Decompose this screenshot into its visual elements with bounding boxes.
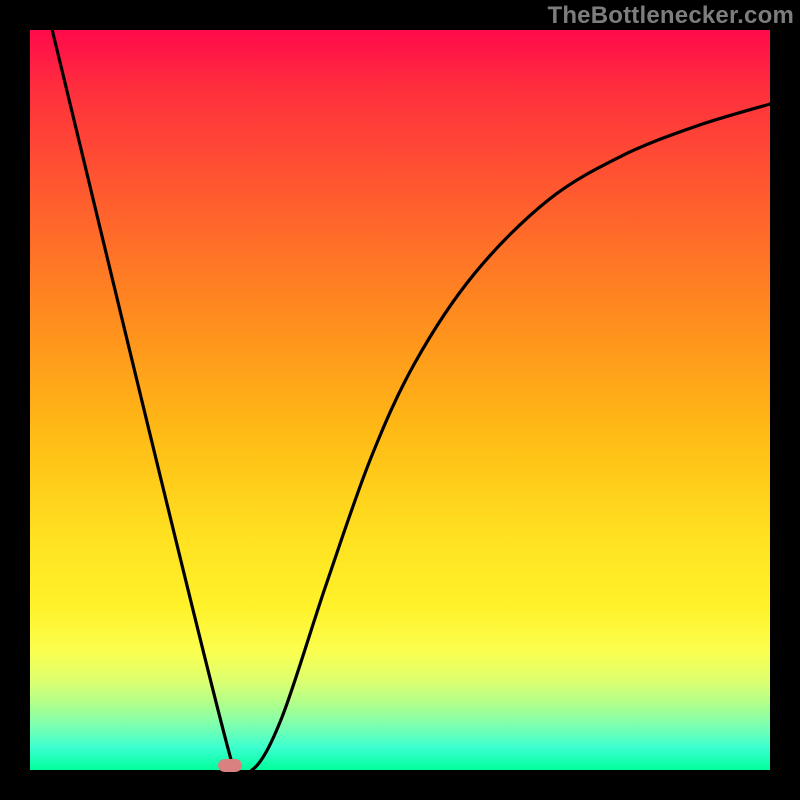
watermark-text: TheBottlenecker.com: [547, 2, 794, 30]
curve-svg: [30, 30, 770, 770]
optimal-marker: [218, 759, 242, 772]
chart-frame: TheBottlenecker.com: [0, 0, 800, 800]
plot-area: [30, 30, 770, 770]
bottleneck-curve: [52, 30, 770, 770]
